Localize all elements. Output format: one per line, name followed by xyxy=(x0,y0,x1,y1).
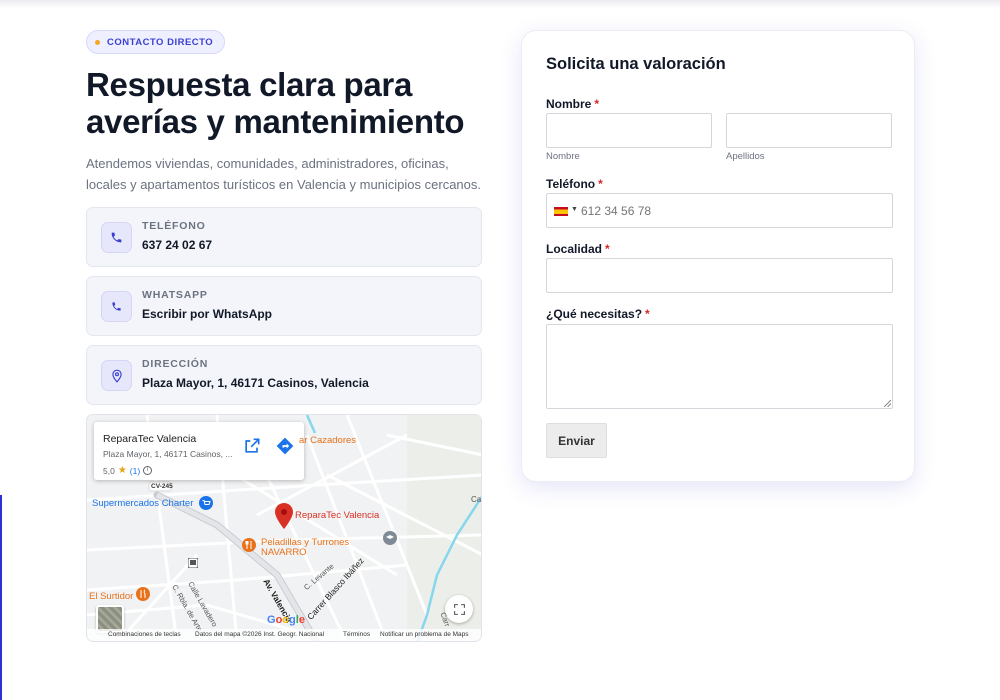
poi-shop-line2: NAVARRO xyxy=(261,547,307,558)
whatsapp-phone-icon xyxy=(101,291,132,322)
map-data-credit: Datos del mapa ©2026 Inst. Geogr. Nacion… xyxy=(195,631,325,638)
google-logo: Google xyxy=(267,614,305,626)
terms-link[interactable]: Términos xyxy=(343,631,370,638)
needs-textarea[interactable] xyxy=(546,324,893,409)
map-place-address: Plaza Mayor, 1, 46171 Casinos, ... xyxy=(103,449,233,459)
resize-handle-icon[interactable] xyxy=(884,400,891,407)
form-title: Solicita una valoración xyxy=(546,55,726,73)
chevron-down-icon[interactable]: ▼ xyxy=(571,206,578,213)
last-name-sublabel: Apellidos xyxy=(726,151,765,162)
poi-bar-label: ar Cazadores xyxy=(299,435,357,446)
needs-label: ¿Qué necesitas? * xyxy=(546,307,650,321)
report-problem-link[interactable]: Notificar un problema de Maps xyxy=(380,631,469,638)
badge-label: CONTACTO DIRECTO xyxy=(107,36,214,48)
open-in-maps-icon[interactable] xyxy=(242,436,262,456)
fullscreen-icon xyxy=(453,603,465,615)
directions-icon[interactable] xyxy=(275,436,295,456)
school-icon xyxy=(383,531,397,545)
last-name-input[interactable] xyxy=(726,113,892,148)
top-shadow xyxy=(0,0,1000,8)
contact-value[interactable]: Escribir por WhatsApp xyxy=(142,307,272,321)
left-edge-accent xyxy=(0,495,2,700)
badge-dot-icon xyxy=(95,39,100,45)
required-mark: * xyxy=(594,97,600,111)
name-label: Nombre * xyxy=(546,97,599,111)
contact-card-address: DIRECCIÓN Plaza Mayor, 1, 46171 Casinos,… xyxy=(86,345,482,405)
shopping-cart-icon xyxy=(199,496,213,510)
phone-label: Teléfono * xyxy=(546,177,603,191)
contact-label: TELÉFONO xyxy=(142,220,206,232)
first-name-input[interactable] xyxy=(546,113,712,148)
phone-input[interactable] xyxy=(581,194,881,227)
locality-label: Localidad * xyxy=(546,242,610,256)
location-pin-icon xyxy=(101,360,132,391)
map-marker-icon[interactable] xyxy=(275,503,293,529)
map-rating: 5,0 ★ (1) i xyxy=(103,465,153,476)
title-line-2: averías y mantenimiento xyxy=(86,103,465,140)
restaurant-icon xyxy=(242,538,256,552)
locality-label-text: Localidad xyxy=(546,242,603,256)
keyboard-shortcuts-link[interactable]: Combinaciones de teclas xyxy=(108,631,181,638)
map-place-name: ReparaTec Valencia xyxy=(103,433,197,445)
info-icon[interactable]: i xyxy=(143,466,153,475)
spain-flag-icon[interactable] xyxy=(554,207,568,216)
first-name-sublabel: Nombre xyxy=(546,151,580,162)
needs-label-text: ¿Qué necesitas? xyxy=(546,307,643,321)
phone-field[interactable]: ▼ xyxy=(546,193,893,228)
valuation-form-card: Solicita una valoración Nombre * Nombre A… xyxy=(521,30,915,482)
locality-input[interactable] xyxy=(546,258,893,293)
food-icon xyxy=(136,587,150,601)
phone-icon xyxy=(101,222,132,253)
required-mark: * xyxy=(605,242,610,256)
contact-value: Plaza Mayor, 1, 46171 Casinos, Valencia xyxy=(142,376,369,390)
edge-label: Ca xyxy=(471,495,482,504)
rating-value: 5,0 xyxy=(103,465,115,476)
submit-button[interactable]: Enviar xyxy=(546,423,607,458)
embedded-map[interactable]: CV-245 ReparaTec Valencia Plaza Mayor, 1… xyxy=(86,414,482,642)
section-badge: CONTACTO DIRECTO xyxy=(86,30,226,54)
road-badge: CV-245 xyxy=(151,483,173,490)
poi-restaurant-label: El Surtidor xyxy=(89,591,134,602)
title-line-1: Respuesta clara para xyxy=(86,66,413,103)
page-title: Respuesta clara para averías y mantenimi… xyxy=(86,66,482,140)
map-footer: Combinaciones de teclas Datos del mapa ©… xyxy=(87,629,481,641)
required-mark: * xyxy=(645,307,650,321)
phone-label-text: Teléfono xyxy=(546,177,596,191)
name-label-text: Nombre xyxy=(546,97,592,111)
contact-card-whatsapp[interactable]: WHATSAPP Escribir por WhatsApp xyxy=(86,276,482,336)
map-place-card: ReparaTec Valencia Plaza Mayor, 1, 46171… xyxy=(94,422,304,480)
bus-stop-icon xyxy=(188,558,198,568)
map-marker-label: ReparaTec Valencia xyxy=(295,510,380,521)
page-subtitle: Atendemos viviendas, comunidades, admini… xyxy=(86,156,482,192)
contact-label: WHATSAPP xyxy=(142,289,208,301)
contact-label: DIRECCIÓN xyxy=(142,358,209,370)
fullscreen-button[interactable] xyxy=(445,595,473,623)
star-icon: ★ xyxy=(117,465,127,476)
poi-supermarket-label: Supermercados Charter xyxy=(92,498,194,509)
required-mark: * xyxy=(598,177,603,191)
rating-count[interactable]: (1) xyxy=(130,466,140,476)
contact-intro: CONTACTO DIRECTO Respuesta clara para av… xyxy=(86,30,482,195)
contact-card-phone[interactable]: TELÉFONO 637 24 02 67 xyxy=(86,207,482,267)
contact-value[interactable]: 637 24 02 67 xyxy=(142,238,212,252)
